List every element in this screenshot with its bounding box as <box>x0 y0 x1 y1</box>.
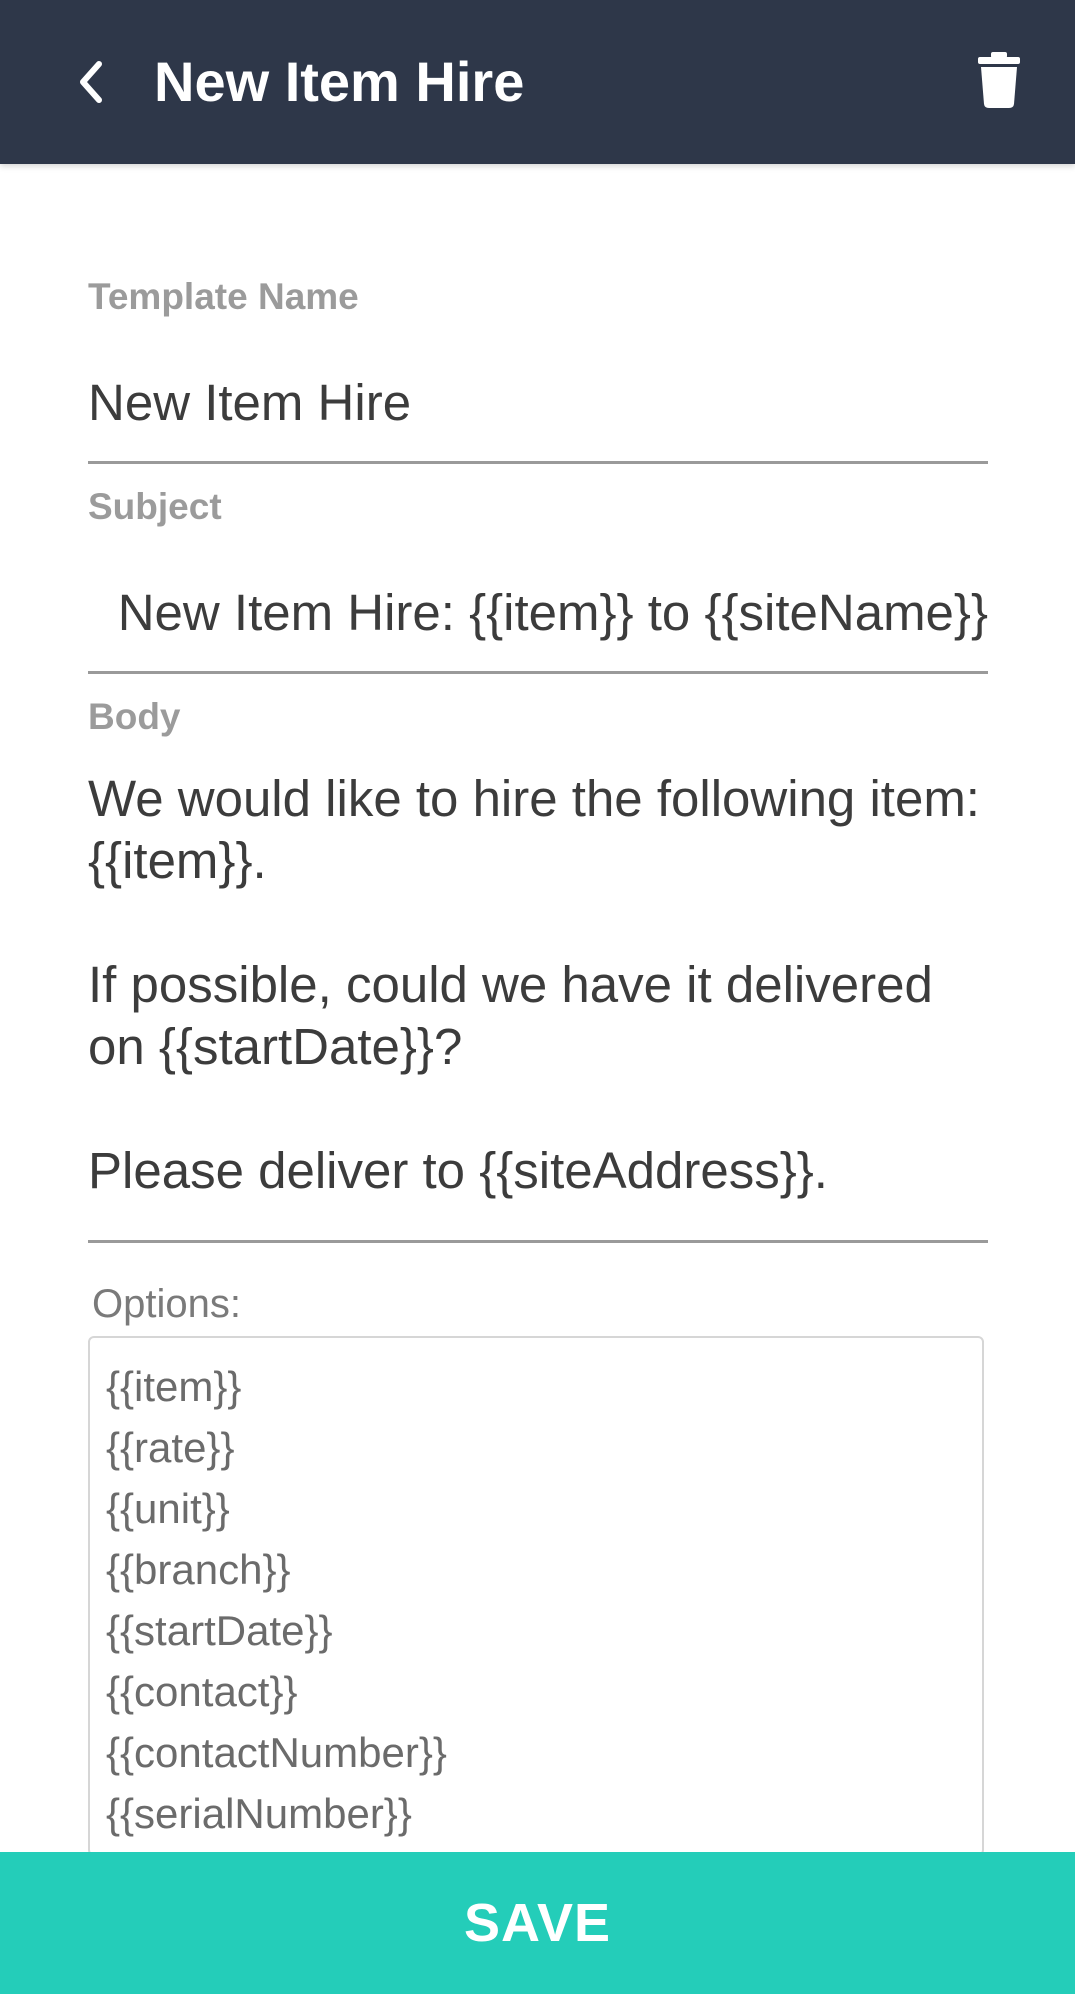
page-title: New Item Hire <box>154 50 525 113</box>
trash-icon <box>978 51 1020 113</box>
subject-value: New Item Hire: {{item}} to {{siteName}} <box>117 584 988 641</box>
subject-label: Subject <box>88 486 222 527</box>
option-item[interactable]: {{rate}} <box>106 1417 982 1478</box>
chevron-left-icon <box>75 60 105 104</box>
subject-input[interactable]: New Item Hire: {{item}} to {{siteName}} <box>88 580 988 646</box>
option-item[interactable]: {{contact}} <box>106 1661 982 1722</box>
template-name-input[interactable]: New Item Hire <box>88 370 988 436</box>
delete-button[interactable] <box>959 42 1039 122</box>
body-label: Body <box>88 696 181 737</box>
option-item[interactable]: {{item}} <box>106 1356 982 1417</box>
body-textarea[interactable]: We would like to hire the following item… <box>88 768 988 1202</box>
option-item[interactable]: {{branch}} <box>106 1539 982 1600</box>
option-item[interactable]: {{serialNumber}} <box>106 1783 982 1844</box>
template-name-label: Template Name <box>88 276 359 317</box>
options-list[interactable]: {{item}} {{rate}} {{unit}} {{branch}} {{… <box>88 1336 984 1856</box>
option-item[interactable]: {{startDate}} <box>106 1600 982 1661</box>
template-name-underline <box>88 461 988 464</box>
save-button[interactable]: SAVE <box>0 1852 1075 1994</box>
option-item[interactable]: {{unit}} <box>106 1478 982 1539</box>
back-button[interactable] <box>52 44 128 120</box>
body-underline <box>88 1240 988 1243</box>
subject-underline <box>88 671 988 674</box>
app-bar: New Item Hire <box>0 0 1075 164</box>
option-item[interactable]: {{contactNumber}} <box>106 1722 982 1783</box>
options-label: Options: <box>92 1282 241 1326</box>
